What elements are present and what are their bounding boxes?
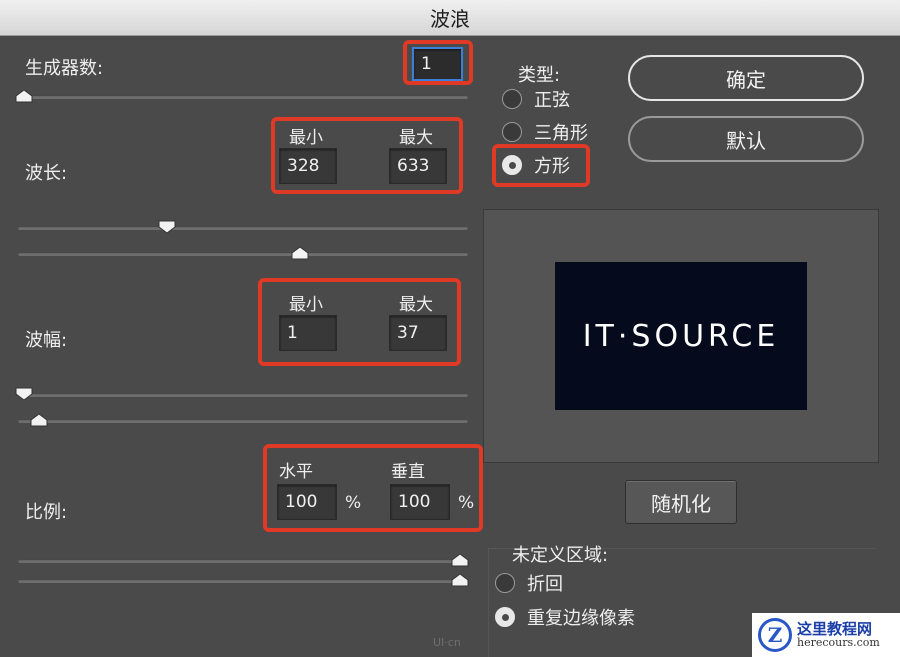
wavelength-max-label: 最大 xyxy=(399,128,433,148)
type-option-label: 正弦 xyxy=(534,90,570,111)
wavelength-min-label: 最小 xyxy=(289,128,323,148)
site-title: 这里教程网 xyxy=(797,619,873,638)
wavelength-min-thumb[interactable] xyxy=(158,220,176,234)
radio-button-selected[interactable] xyxy=(502,155,522,175)
type-option-square[interactable]: 方形 xyxy=(502,152,570,178)
uicn-watermark: UI·cn xyxy=(433,636,461,649)
undefined-area-label: 未定义区域: xyxy=(512,545,609,566)
scale-horizontal-label: 水平 xyxy=(279,462,313,482)
scale-label: 比例: xyxy=(25,502,68,523)
radio-button[interactable] xyxy=(495,573,515,593)
wavelength-max-thumb[interactable] xyxy=(291,246,309,260)
amplitude-label: 波幅: xyxy=(25,330,68,351)
site-logo-icon: Z xyxy=(758,618,792,652)
scale-vertical-thumb[interactable] xyxy=(451,573,469,587)
amplitude-max-thumb[interactable] xyxy=(30,413,48,427)
wavelength-min-track[interactable] xyxy=(18,226,468,230)
default-button[interactable]: 默认 xyxy=(628,116,864,162)
dialog-title: 波浪 xyxy=(430,7,470,31)
ok-button[interactable]: 确定 xyxy=(628,55,864,101)
undefined-option-label: 重复边缘像素 xyxy=(527,608,635,629)
radio-button[interactable] xyxy=(502,122,522,142)
wavelength-min-input[interactable] xyxy=(279,148,337,184)
site-url: herecours.com xyxy=(797,636,880,650)
scale-horizontal-unit: % xyxy=(345,493,362,513)
generators-slider-track[interactable] xyxy=(18,95,468,99)
amplitude-max-track[interactable] xyxy=(18,419,468,423)
type-option-triangle[interactable]: 三角形 xyxy=(502,119,588,145)
type-option-label: 方形 xyxy=(534,156,570,177)
scale-horizontal-input[interactable] xyxy=(277,484,337,520)
preview-image: IT·SOURCE xyxy=(555,262,807,410)
scale-vertical-input[interactable] xyxy=(390,484,450,520)
site-watermark: Z 这里教程网 herecours.com xyxy=(752,613,900,657)
generators-label: 生成器数: xyxy=(25,58,104,79)
undefined-option-repeat-edge[interactable]: 重复边缘像素 xyxy=(495,604,635,630)
scale-vertical-track[interactable] xyxy=(18,579,468,583)
wavelength-max-track[interactable] xyxy=(18,252,468,256)
radio-button[interactable] xyxy=(502,89,522,109)
amplitude-min-label: 最小 xyxy=(289,295,323,315)
amplitude-max-input[interactable] xyxy=(389,315,447,351)
scale-vertical-label: 垂直 xyxy=(391,462,425,482)
amplitude-max-label: 最大 xyxy=(399,295,433,315)
generators-slider-thumb[interactable] xyxy=(15,89,33,103)
radio-button-selected[interactable] xyxy=(495,607,515,627)
amplitude-min-track[interactable] xyxy=(18,393,468,397)
scale-vertical-unit: % xyxy=(458,493,475,513)
type-option-sine[interactable]: 正弦 xyxy=(502,86,570,112)
amplitude-min-thumb[interactable] xyxy=(15,387,33,401)
randomize-button[interactable]: 随机化 xyxy=(625,480,737,524)
type-label: 类型: xyxy=(518,65,561,86)
wavelength-label: 波长: xyxy=(25,163,68,184)
amplitude-min-input[interactable] xyxy=(279,315,337,351)
undefined-option-wrap[interactable]: 折回 xyxy=(495,570,563,596)
generators-input[interactable] xyxy=(412,47,463,81)
wavelength-max-input[interactable] xyxy=(389,148,447,184)
type-option-label: 三角形 xyxy=(534,123,588,144)
undefined-option-label: 折回 xyxy=(527,574,563,595)
title-bar: 波浪 xyxy=(0,0,900,36)
scale-horizontal-thumb[interactable] xyxy=(451,553,469,567)
scale-horizontal-track[interactable] xyxy=(18,559,468,563)
preview-text: IT·SOURCE xyxy=(582,318,780,354)
